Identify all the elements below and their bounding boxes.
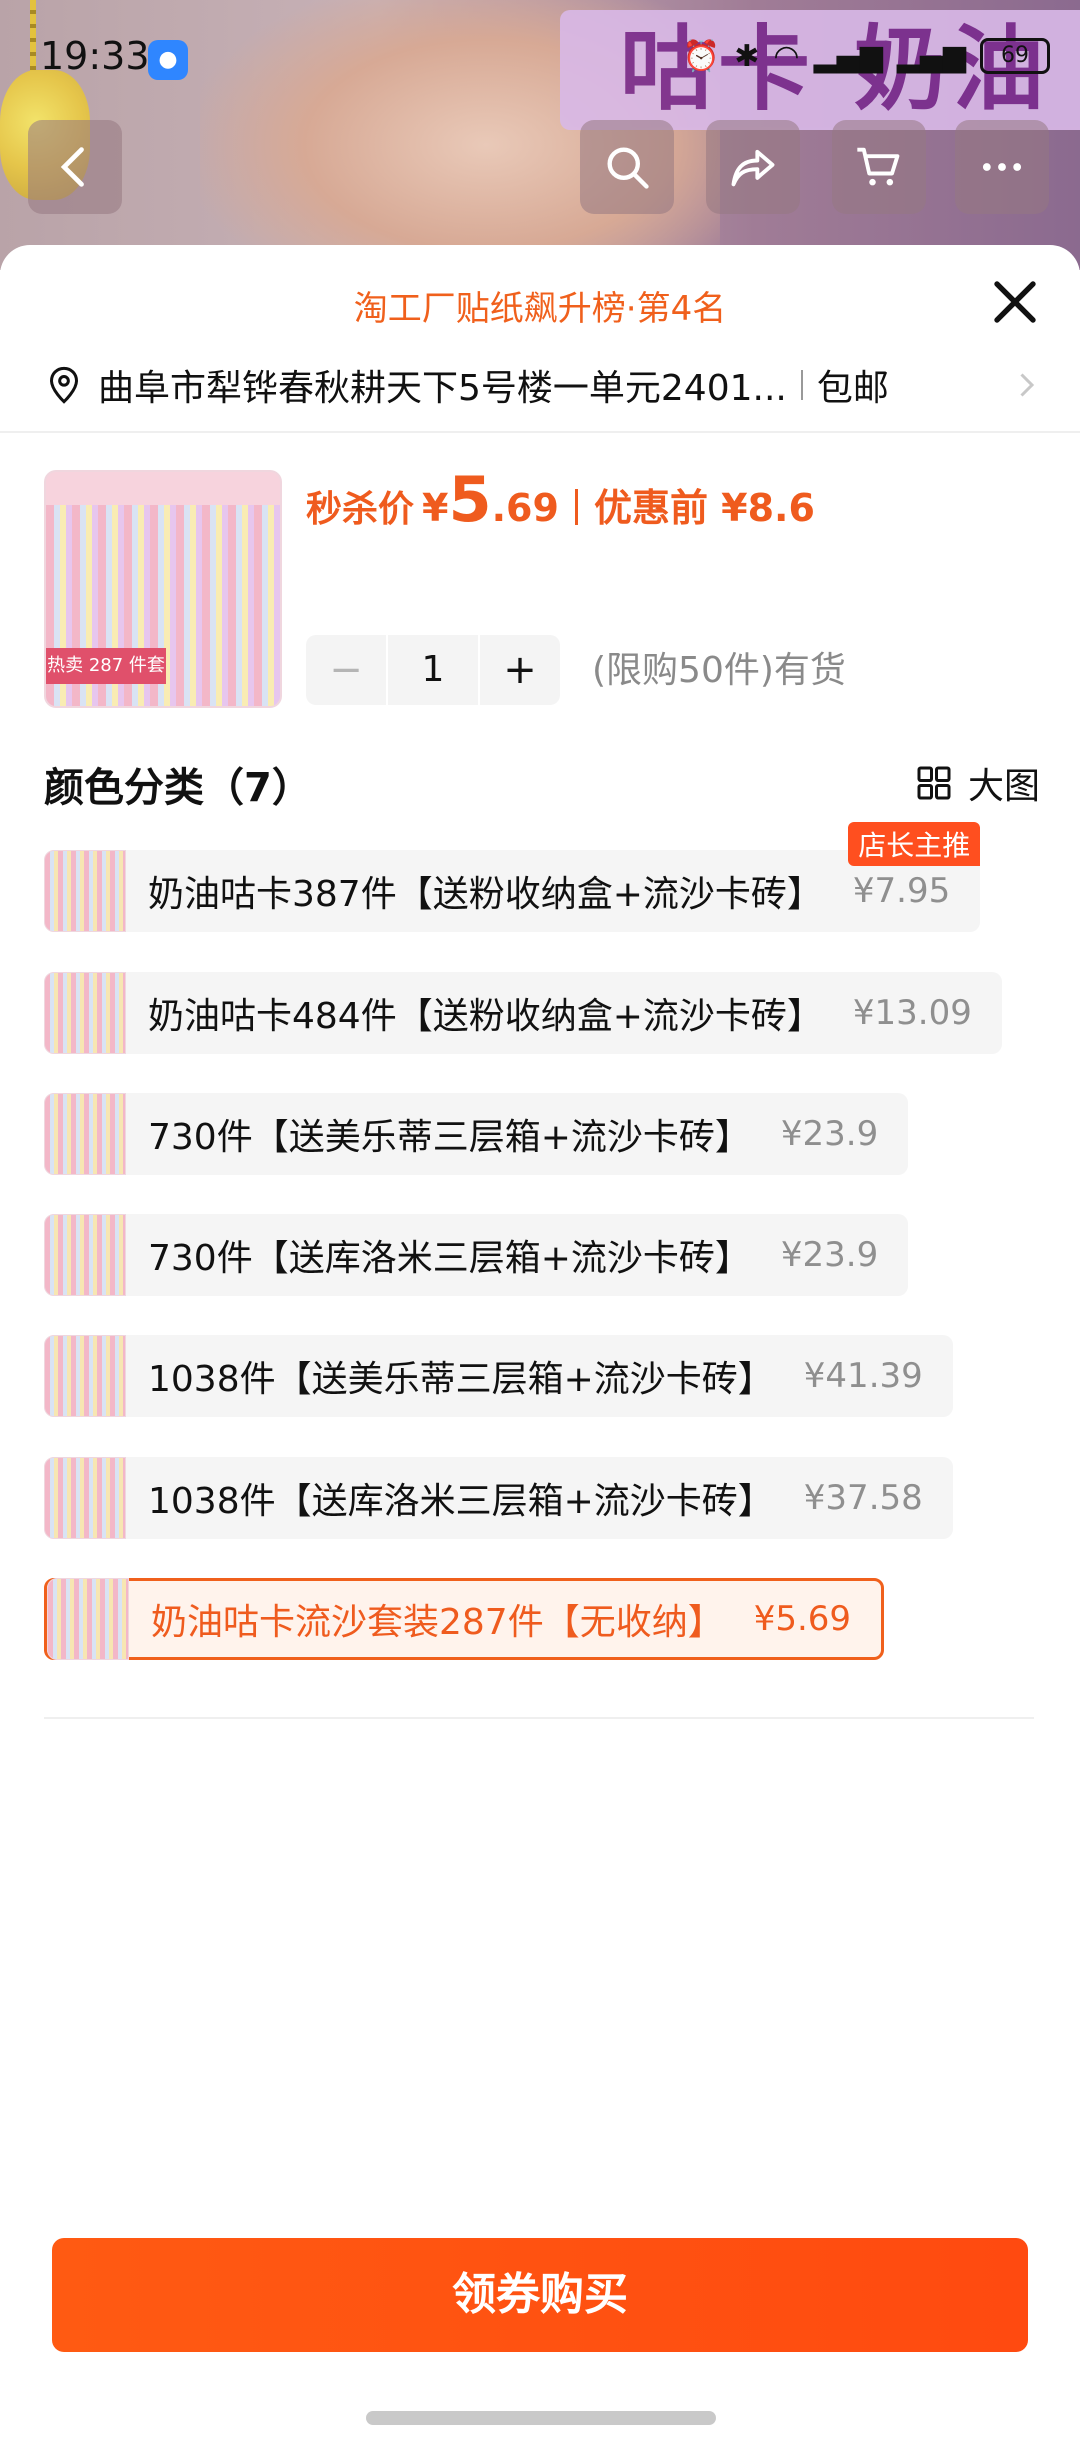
back-button[interactable] bbox=[28, 120, 122, 214]
search-button[interactable] bbox=[580, 120, 674, 214]
sku-option-name: 730件【送美乐蒂三层箱+流沙卡砖】 bbox=[148, 1117, 751, 1158]
sku-option[interactable]: 奶油咕卡流沙套装287件【无收纳】 ¥5.69 bbox=[44, 1578, 885, 1660]
bluetooth-icon: ✱ bbox=[734, 38, 760, 74]
shipping-label: 包邮 bbox=[816, 368, 889, 409]
message-notification-icon: ● bbox=[148, 40, 188, 80]
sku-option-thumbnail bbox=[44, 1214, 126, 1296]
price-line: 秒杀价 ¥ 5 .69 优惠前 ¥8.6 bbox=[306, 463, 815, 543]
sku-option-price: ¥23.9 bbox=[780, 1114, 879, 1154]
recommend-badge: 店长主推 bbox=[848, 822, 981, 866]
sku-option[interactable]: 奶油咕卡484件【送粉收纳盒+流沙卡砖】 ¥13.09 bbox=[44, 972, 1002, 1054]
sku-option-name: 奶油咕卡484件【送粉收纳盒+流沙卡砖】 bbox=[148, 996, 823, 1037]
sku-option-thumbnail bbox=[44, 1457, 126, 1539]
status-bar: 19:33 ● ⏰ ✱ ◠ ▂▄▆ ▂▄▆ 69 bbox=[0, 0, 1080, 120]
quantity-input[interactable]: 1 bbox=[386, 635, 480, 705]
sku-option-price: ¥23.9 bbox=[780, 1235, 879, 1275]
divider bbox=[0, 431, 1080, 433]
original-price: 优惠前 ¥8.6 bbox=[593, 486, 815, 530]
sku-option[interactable]: 1038件【送库洛米三层箱+流沙卡砖】 ¥37.58 bbox=[44, 1457, 953, 1539]
sku-option-thumbnail bbox=[44, 972, 126, 1054]
chevron-right-icon bbox=[1020, 373, 1035, 397]
sku-option-thumbnail bbox=[47, 1578, 129, 1660]
address-row[interactable]: 曲阜市犁铧春秋耕天下5号楼一单元2401... 包邮 bbox=[44, 355, 1044, 415]
back-icon bbox=[60, 147, 84, 187]
share-icon bbox=[731, 149, 775, 187]
product-thumbnail[interactable]: 热卖 287 件套 bbox=[44, 470, 282, 708]
price-label: 秒杀价 bbox=[306, 489, 415, 530]
battery-indicator: 69 bbox=[980, 38, 1050, 74]
sku-option-name: 1038件【送库洛米三层箱+流沙卡砖】 bbox=[148, 1481, 774, 1522]
share-button[interactable] bbox=[706, 120, 800, 214]
location-pin-icon bbox=[49, 366, 79, 404]
signal-icon: ▂▄▆ bbox=[813, 38, 883, 74]
sku-option-name: 1038件【送美乐蒂三层箱+流沙卡砖】 bbox=[148, 1359, 774, 1400]
close-icon[interactable] bbox=[988, 275, 1042, 329]
section-title: 颜色分类（7） bbox=[44, 765, 312, 811]
price-decimal: .69 bbox=[491, 486, 559, 530]
increase-quantity-button[interactable]: + bbox=[480, 647, 560, 693]
sku-option[interactable]: 730件【送美乐蒂三层箱+流沙卡砖】 ¥23.9 bbox=[44, 1093, 909, 1175]
divider bbox=[44, 1717, 1034, 1719]
cart-button[interactable] bbox=[832, 120, 926, 214]
sku-option[interactable]: 奶油咕卡387件【送粉收纳盒+流沙卡砖】 ¥7.95 店长主推 bbox=[44, 822, 981, 932]
sku-option-name: 奶油咕卡流沙套装287件【无收纳】 bbox=[151, 1602, 724, 1643]
address-divider bbox=[800, 370, 803, 400]
sku-option-name: 730件【送库洛米三层箱+流沙卡砖】 bbox=[148, 1238, 751, 1279]
price-integer: 5 bbox=[448, 463, 492, 536]
grid-icon bbox=[917, 766, 951, 800]
sku-option-thumbnail bbox=[44, 1335, 126, 1417]
big-view-label: 大图 bbox=[967, 766, 1040, 807]
decrease-quantity-button[interactable]: − bbox=[306, 647, 386, 693]
sku-option[interactable]: 730件【送库洛米三层箱+流沙卡砖】 ¥23.9 bbox=[44, 1214, 909, 1296]
wifi-icon: ◠ bbox=[773, 38, 800, 74]
sku-option[interactable]: 1038件【送美乐蒂三层箱+流沙卡砖】 ¥41.39 bbox=[44, 1335, 953, 1417]
big-view-toggle[interactable]: 大图 bbox=[914, 757, 1040, 809]
address-text: 曲阜市犁铧春秋耕天下5号楼一单元2401... bbox=[98, 368, 787, 409]
sku-option-price: ¥13.09 bbox=[852, 993, 972, 1033]
sku-option-price: ¥5.69 bbox=[753, 1599, 852, 1639]
signal-icon-2: ▂▄▆ bbox=[896, 38, 966, 74]
sku-selector-sheet: 淘工厂贴纸飙升榜·第4名 曲阜市犁铧春秋耕天下5号楼一单元2401... 包邮 … bbox=[0, 245, 1080, 2440]
cart-icon bbox=[857, 147, 900, 186]
thumbnail-tag: 热卖 287 件套 bbox=[46, 648, 166, 684]
home-indicator[interactable] bbox=[366, 2411, 716, 2425]
sku-option-price: ¥41.39 bbox=[803, 1356, 923, 1396]
sku-option-thumbnail bbox=[44, 1093, 126, 1175]
quantity-stepper: − 1 + bbox=[306, 635, 560, 705]
status-time: 19:33 bbox=[40, 34, 150, 78]
sku-option-price: ¥7.95 bbox=[852, 871, 951, 911]
search-icon bbox=[607, 147, 649, 189]
sku-option-name: 奶油咕卡387件【送粉收纳盒+流沙卡砖】 bbox=[148, 874, 823, 915]
buy-with-coupon-button[interactable]: 领券购买 bbox=[52, 2238, 1028, 2352]
more-button[interactable] bbox=[955, 120, 1049, 214]
price-divider bbox=[574, 489, 578, 525]
alarm-icon: ⏰ bbox=[682, 38, 721, 74]
price-currency: ¥ bbox=[422, 486, 449, 530]
sku-option-price: ¥37.58 bbox=[803, 1478, 923, 1518]
more-icon bbox=[982, 163, 1022, 171]
sku-option-thumbnail bbox=[44, 850, 126, 932]
ranking-label[interactable]: 淘工厂贴纸飙升榜·第4名 bbox=[0, 281, 1080, 330]
stock-status: (限购50件)有货 bbox=[592, 650, 846, 691]
